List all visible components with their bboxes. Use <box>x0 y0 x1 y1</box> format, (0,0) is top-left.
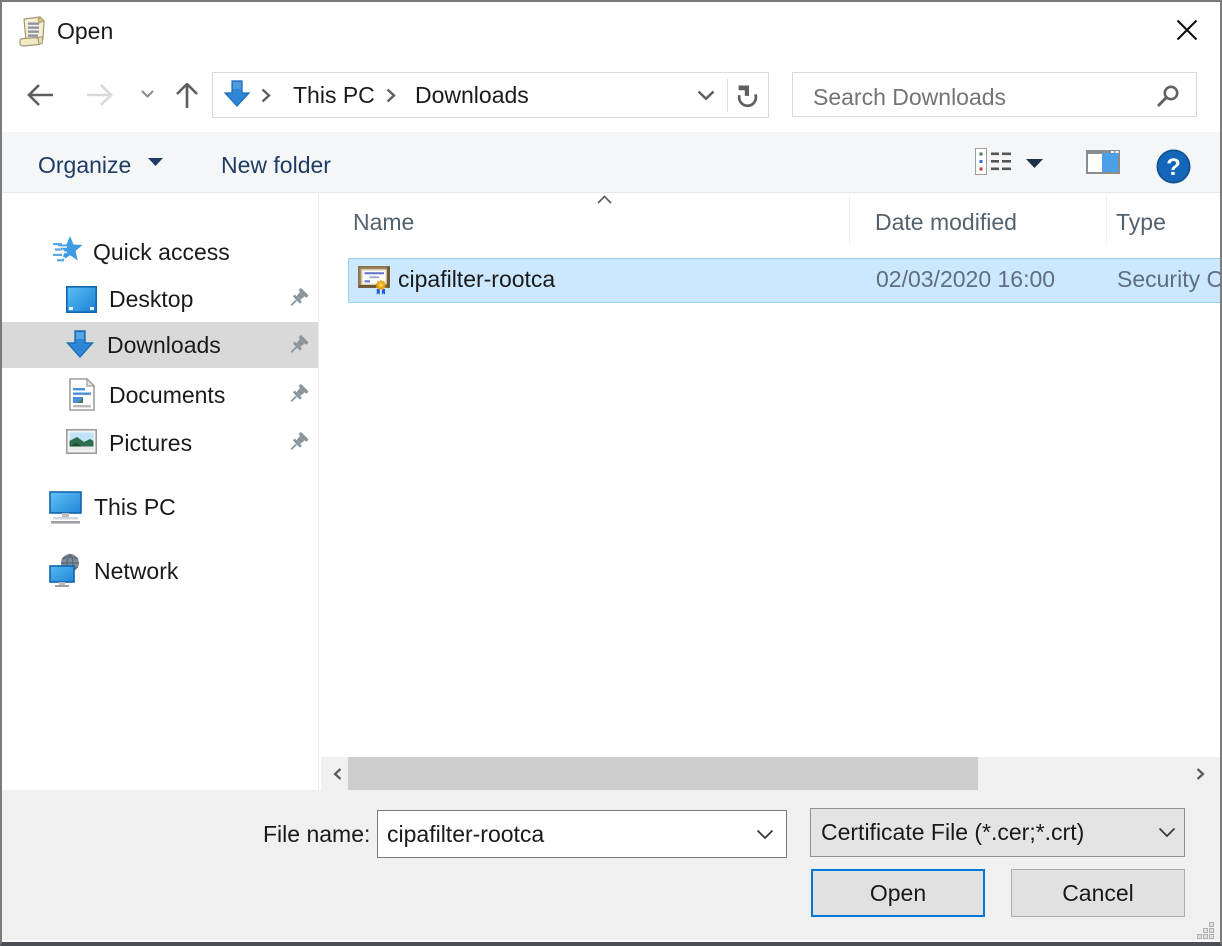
svg-text:?: ? <box>1166 154 1181 181</box>
